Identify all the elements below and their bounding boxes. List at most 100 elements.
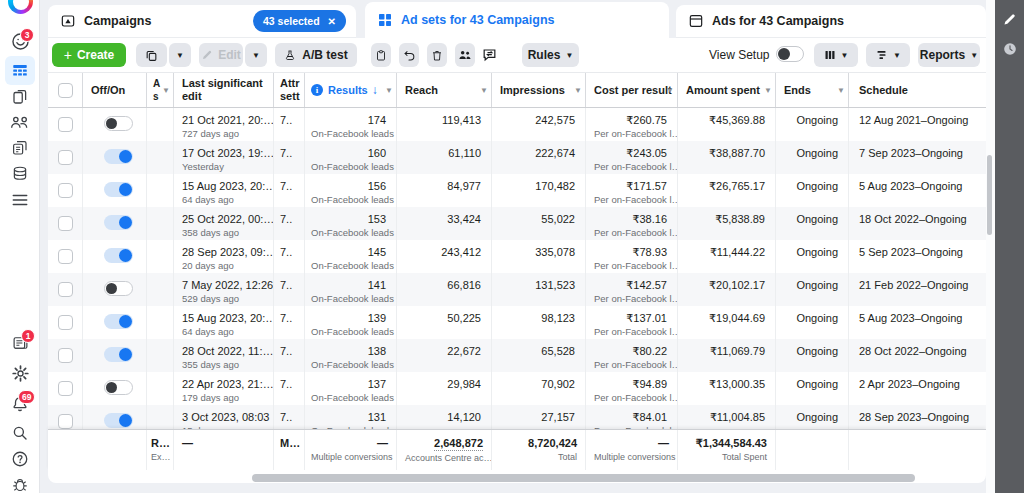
row-checkbox[interactable] [58,315,73,330]
edit-pencil-rail-icon[interactable] [995,12,1024,27]
cost-per-result-value: ₹78.93 [594,245,667,259]
row-checkbox[interactable] [58,381,73,396]
reach-value: 33,424 [405,212,481,226]
view-setup-label: View Setup [709,48,770,62]
meta-ads-manager-logo[interactable] [8,0,33,14]
feedback-button[interactable] [481,47,498,63]
header-ends[interactable]: Ends▼ [775,73,848,107]
reach-value: 50,225 [405,311,481,325]
select-all-checkbox[interactable] [58,83,73,98]
info-icon[interactable]: i [311,84,323,96]
updates-icon[interactable]: 1 [0,334,40,352]
ads-page-icon [688,13,704,29]
breakdown-button[interactable]: ▼ [866,43,910,67]
table-row[interactable]: 7 May 2022, 12:26529 days ago 7.. 141On-… [48,273,986,306]
row-toggle[interactable] [104,413,133,428]
report-bug-icon[interactable] [0,476,40,493]
row-toggle[interactable] [104,281,133,296]
table-row[interactable]: 28 Sep 2023, 09:…20 days ago 7.. 145On-F… [48,240,986,273]
row-checkbox[interactable] [58,183,73,198]
duplicate-caret-button[interactable]: ▼ [169,43,191,67]
view-setup-toggle[interactable] [776,46,804,62]
table-row[interactable]: 21 Oct 2021, 20:…727 days ago 7.. 174On-… [48,108,986,141]
row-toggle[interactable] [104,347,133,362]
row-toggle[interactable] [104,380,133,395]
row-checkbox[interactable] [58,117,73,132]
results-value: 156 [311,179,386,193]
undo-button[interactable] [399,43,419,67]
header-amount-spent[interactable]: Amount spent▼ [677,73,775,107]
cost-per-result-value: ₹243.05 [594,146,667,160]
table-row[interactable]: 17 Oct 2023, 19:…Yesterday 7.. 160On-Fac… [48,141,986,174]
duplicate-button[interactable] [136,43,167,67]
row-checkbox[interactable] [58,414,73,429]
all-tools-menu-icon[interactable] [0,193,40,207]
selected-count-pill[interactable]: 43 selected✕ [253,10,346,32]
notifications-bell-icon[interactable]: 69 [0,395,40,413]
sort-descending-icon: ↓ [372,83,378,97]
amount-spent-value: ₹11,004.85 [686,410,765,424]
row-checkbox[interactable] [58,348,73,363]
table-row[interactable]: 25 Oct 2022, 00:…358 days ago 7.. 153On-… [48,207,986,240]
header-cost-per-result[interactable]: Cost per result▼ [585,73,677,107]
header-name[interactable]: As▼ [146,73,173,107]
history-clock-rail-icon[interactable] [995,42,1024,56]
audiences-nav-icon[interactable] [0,113,40,131]
impressions-value: 222,674 [500,146,575,160]
row-toggle[interactable] [104,182,133,197]
row-checkbox[interactable] [58,150,73,165]
header-impressions[interactable]: Impressions▼ [491,73,585,107]
help-icon[interactable] [0,450,40,468]
vertical-scrollbar[interactable] [987,155,992,235]
impressions-value: 70,902 [500,377,575,391]
billing-nav-icon[interactable] [0,165,40,183]
columns-button[interactable]: ▼ [814,43,858,67]
pages-nav-icon[interactable] [0,88,40,106]
header-last-edit[interactable]: Last significantedit [173,73,273,107]
row-checkbox[interactable] [58,282,73,297]
account-icon[interactable]: 3 [0,32,40,51]
row-toggle[interactable] [104,248,133,263]
ads-manager-nav-icon[interactable] [0,62,40,80]
horizontal-scrollbar[interactable] [252,474,915,482]
clear-selection-icon[interactable]: ✕ [328,16,336,27]
results-value: 160 [311,146,386,160]
row-toggle[interactable] [104,116,133,131]
last-edit-ago: 179 days ago [182,392,265,404]
row-checkbox[interactable] [58,249,73,264]
row-toggle[interactable] [104,149,133,164]
header-attribution[interactable]: Attrsett [273,73,304,107]
table-row[interactable]: 28 Oct 2022, 11:…355 days ago 7.. 138On-… [48,339,986,372]
row-toggle[interactable] [104,215,133,230]
header-reach[interactable]: Reach▼ [396,73,491,107]
results-type: On-Facebook leads [311,128,386,140]
delete-button[interactable] [427,43,447,67]
header-schedule[interactable]: Schedule [848,73,985,107]
last-edit-date: 28 Sep 2023, 09:… [182,245,265,259]
header-results[interactable]: iResults↓▼ [304,73,396,107]
impressions-value: 27,157 [500,410,575,424]
row-checkbox[interactable] [58,216,73,231]
reports-button[interactable]: Reports▼ [918,43,980,67]
results-value: 138 [311,344,386,358]
ab-test-button[interactable]: A/B test [275,43,357,67]
table-row[interactable]: 3 Oct 2023, 08:0315 days ago 7.. 131On-F… [48,405,986,429]
results-value: 153 [311,212,386,226]
adsets-grid-icon [377,12,393,28]
search-icon[interactable] [0,424,40,442]
settings-gear-icon[interactable] [0,364,40,383]
table-row[interactable]: 15 Aug 2023, 20:…64 days ago 7.. 139On-F… [48,306,986,339]
ads-reporting-nav-icon[interactable] [0,139,40,157]
paste-button[interactable] [371,43,391,67]
tab-campaigns[interactable]: Campaigns 43 selected✕ [48,5,356,38]
tab-ads[interactable]: Ads for 43 Campaigns [676,5,986,38]
table-row[interactable]: 15 Aug 2023, 20:…64 days ago 7.. 156On-F… [48,174,986,207]
create-button[interactable]: +Create [52,43,126,67]
assign-button[interactable] [455,43,475,67]
edit-button[interactable]: Edit [199,43,243,67]
table-row[interactable]: 22 Apr 2023, 21:…179 days ago 7.. 137On-… [48,372,986,405]
edit-caret-button[interactable]: ▼ [245,43,267,67]
tab-adsets[interactable]: Ad sets for 43 Campaigns [365,2,669,38]
rules-button[interactable]: Rules▼ [522,43,579,67]
row-toggle[interactable] [104,314,133,329]
